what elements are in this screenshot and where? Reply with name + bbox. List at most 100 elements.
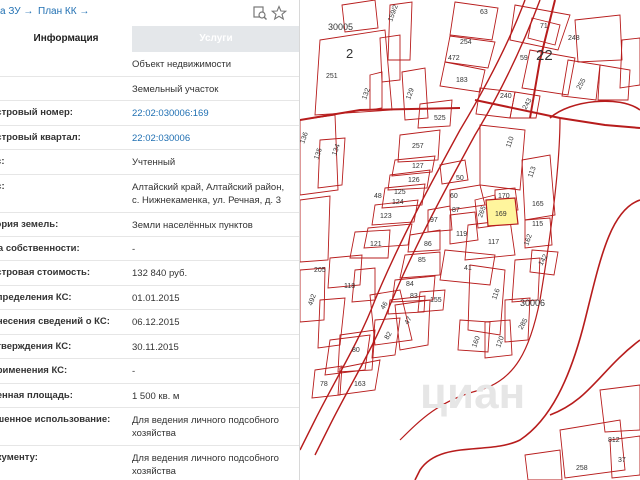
row-label: астровый квартал: — [0, 132, 81, 143]
link-plan-kk[interactable]: План КК → — [38, 6, 89, 17]
parcel-label: 117 — [488, 239, 499, 246]
parcel-label: 97 — [430, 217, 438, 224]
row-value: Учтенный — [132, 157, 176, 168]
row-value: - — [132, 366, 136, 377]
row-value: - — [132, 244, 136, 255]
parcel-label: 48 — [374, 193, 382, 200]
row-land-category: тория земель: Земли населённых пунктов — [0, 213, 299, 237]
parcel-label: 63 — [480, 9, 488, 16]
parcel-label: 115 — [532, 221, 543, 228]
parcel-label: 83 — [410, 293, 418, 300]
row-label: астровый номер: — [0, 107, 73, 118]
link-zu[interactable]: а ЗУ → — [0, 6, 33, 17]
cadastral-block-link[interactable]: 22:02:030006 — [132, 132, 292, 145]
parcel-label: 492 — [307, 293, 318, 306]
cadastral-number-link[interactable]: 22:02:030006:169 — [132, 107, 292, 120]
parcel-label: 169 — [495, 211, 507, 218]
row-cadastral-block: астровый квартал: 22:02:030006 — [0, 126, 299, 150]
parcel-label: 142 — [538, 253, 550, 267]
parcel-label: 71 — [540, 23, 548, 30]
parcel-label: 124 — [392, 199, 404, 206]
row-label: внесения сведений о КС: — [0, 316, 110, 327]
row-value: 1 500 кв. м — [132, 391, 180, 402]
parcel-label: 472 — [448, 55, 460, 62]
tab-services[interactable]: Услуги — [132, 26, 299, 52]
row-label: ус: — [0, 156, 5, 167]
top-bar: а ЗУ → План КК → — [0, 0, 299, 26]
row-value: Объект недвижимости — [132, 59, 232, 70]
row-label: применения КС: — [0, 365, 68, 376]
row-label: тория земель: — [0, 219, 59, 230]
row-label: астровая стоимость: — [0, 267, 90, 278]
row-cv-date: определения КС: 01.01.2015 — [0, 286, 299, 310]
parcel-label: 265 — [477, 205, 488, 218]
parcel-label: 47 — [404, 316, 414, 326]
row-value: Для ведения личного подсобного хозяйства — [132, 415, 279, 439]
parcel-label: 126 — [408, 177, 420, 184]
parcel-label: 257 — [412, 143, 424, 150]
parcel-label: 127 — [412, 163, 424, 170]
parcel-label: 119 — [456, 231, 467, 238]
parcel-label: 86 — [424, 241, 432, 248]
row-value: 06.12.2015 — [132, 317, 180, 328]
row-permitted-use: ешенное использование: Для ведения лично… — [0, 408, 299, 446]
parcel-label: 110 — [505, 136, 515, 149]
parcel-label: 160 — [471, 335, 482, 348]
parcel-label: 2 — [346, 46, 353, 61]
parcel-label: 59 — [520, 55, 528, 62]
parcel-label: 37 — [618, 457, 626, 464]
parcel-label: 129 — [405, 87, 416, 100]
parcel-label: 125 — [394, 189, 406, 196]
row-label: ес: — [0, 181, 5, 192]
parcel-label: 170 — [498, 193, 510, 200]
row-cadastral-value: астровая стоимость: 132 840 руб. — [0, 261, 299, 286]
row-cv-entry-date: внесения сведений о КС: 06.12.2015 — [0, 310, 299, 335]
parcel-label: 135 — [313, 147, 324, 160]
row-label: ненная площадь: — [0, 390, 73, 401]
watermark: циан — [420, 369, 525, 418]
parcel-label: 87 — [452, 207, 460, 214]
parcel-label: 285 — [518, 317, 530, 331]
tab-info[interactable]: Информация — [0, 26, 132, 52]
row-object-type: Объект недвижимости — [0, 52, 299, 77]
parcel-label: 240 — [500, 93, 512, 100]
parcel-label: 163 — [354, 381, 366, 388]
row-cadastral-number: астровый номер: 22:02:030006:169 — [0, 101, 299, 126]
tabs: Информация Услуги — [0, 26, 299, 52]
parcel-label: 123 — [380, 213, 392, 220]
search-map-icon[interactable] — [252, 5, 268, 21]
map-canvas[interactable]: циан 300052 2263159/271248251254472183592… — [300, 0, 640, 480]
parcel-label: 159/2 — [387, 4, 400, 23]
info-panel: а ЗУ → План КК → Информация Услуги Объек… — [0, 0, 300, 480]
row-cv-application-date: применения КС: - — [0, 359, 299, 384]
parcel-label: 116 — [491, 288, 501, 301]
star-icon[interactable] — [271, 5, 287, 21]
parcel-label: 41 — [464, 265, 472, 272]
cadastral-map[interactable]: циан 30005 2 22 63 159/2 71 248 251 254 472 183 59 2… — [300, 0, 640, 480]
parcel-label: 78 — [320, 381, 328, 388]
row-label: утверждения КС: — [0, 341, 72, 352]
parcel-label: 812 — [608, 437, 620, 444]
parcel-label: 136 — [300, 131, 310, 144]
parcel-label: 30005 — [328, 22, 353, 32]
parcel-label: 60 — [450, 193, 458, 200]
row-value: Алтайский край, Алтайский район, с. Нижн… — [132, 182, 285, 206]
parcel-label: 30006 — [520, 298, 545, 308]
parcel-label: 50 — [456, 175, 464, 182]
parcel-label: 118 — [344, 283, 355, 290]
parcel-label: 22 — [536, 47, 553, 64]
row-object-kind: Земельный участок — [0, 77, 299, 101]
row-value: 01.01.2015 — [132, 293, 180, 304]
parcel-label: 85 — [418, 257, 426, 264]
row-label: ешенное использование: — [0, 414, 111, 425]
parcel-label: 248 — [568, 35, 580, 42]
row-value: 30.11.2015 — [132, 342, 179, 353]
parcel-label: 258 — [576, 465, 588, 472]
row-value: Земельный участок — [132, 84, 219, 95]
row-area: ненная площадь: 1 500 кв. м — [0, 384, 299, 408]
parcel-label: 120 — [495, 335, 506, 348]
parcel-label: 113 — [527, 166, 537, 179]
parcel-label: 251 — [326, 73, 338, 80]
parcel-label: 183 — [456, 77, 468, 84]
parcel-label: 82 — [384, 331, 394, 341]
